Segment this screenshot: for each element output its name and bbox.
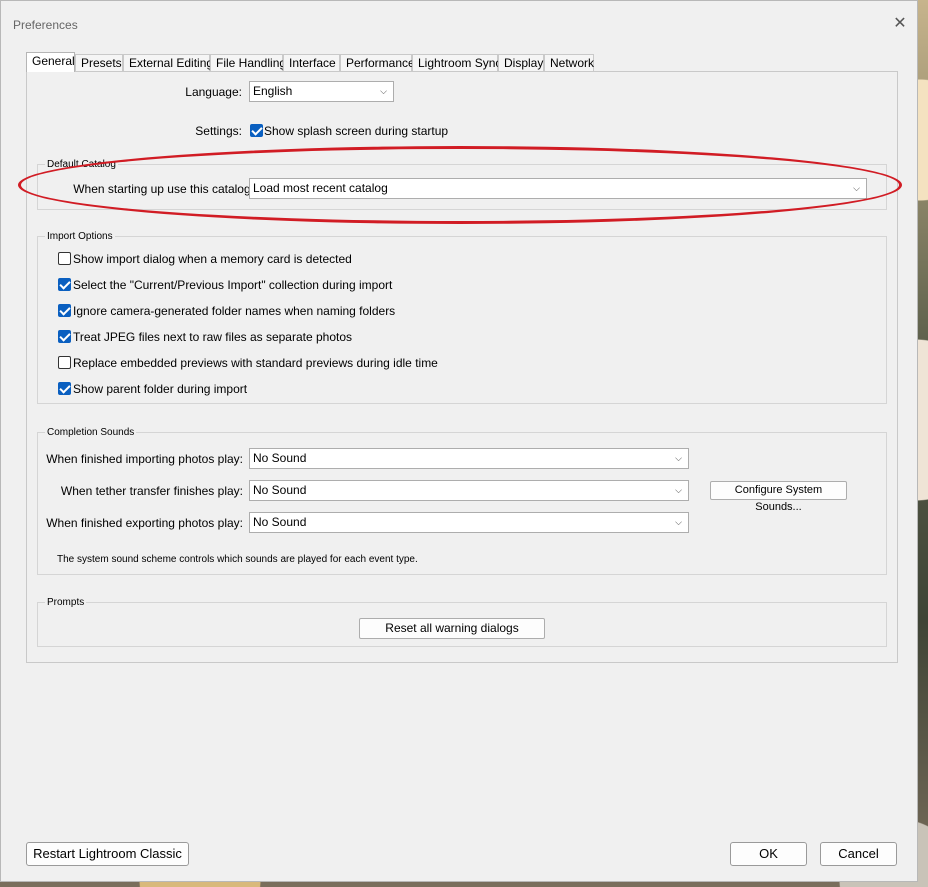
catalog-value: Load most recent catalog	[253, 181, 388, 195]
tab-network[interactable]: Network	[544, 54, 594, 71]
memory-card-label: Show import dialog when a memory card is…	[73, 252, 352, 266]
tab-presets[interactable]: Presets	[75, 54, 123, 71]
cancel-button[interactable]: Cancel	[820, 842, 897, 866]
exporting-sound-label: When finished exporting photos play:	[46, 516, 243, 530]
general-panel: Language: English ⌵ Settings: Show splas…	[26, 71, 898, 663]
importing-sound-value: No Sound	[253, 451, 307, 465]
tether-sound-value: No Sound	[253, 483, 307, 497]
title-bar: Preferences ✕	[1, 1, 917, 45]
splash-screen-checkbox[interactable]	[250, 124, 263, 137]
importing-sound-select[interactable]: No Sound ⌵	[249, 448, 689, 469]
restart-lightroom-button[interactable]: Restart Lightroom Classic	[26, 842, 189, 866]
current-import-label: Select the "Current/Previous Import" col…	[73, 278, 393, 292]
splash-screen-label: Show splash screen during startup	[264, 124, 449, 138]
replace-previews-checkbox[interactable]	[58, 356, 71, 369]
tether-sound-select[interactable]: No Sound ⌵	[249, 480, 689, 501]
ignore-folder-names-label: Ignore camera-generated folder names whe…	[73, 304, 396, 318]
catalog-select[interactable]: Load most recent catalog ⌵	[249, 178, 867, 199]
language-select[interactable]: English ⌵	[249, 81, 394, 102]
import-options-group: Import Options Show import dialog when a…	[37, 231, 887, 404]
importing-sound-label: When finished importing photos play:	[46, 452, 243, 466]
language-label: Language:	[185, 85, 242, 99]
import-options-title: Import Options	[45, 231, 115, 242]
tab-external-editing[interactable]: External Editing	[123, 54, 213, 71]
reset-warning-dialogs-button[interactable]: Reset all warning dialogs	[359, 618, 545, 639]
chevron-down-icon: ⌵	[853, 183, 860, 193]
default-catalog-group: Default Catalog When starting up use thi…	[37, 159, 887, 210]
parent-folder-checkbox[interactable]	[58, 382, 71, 395]
configure-system-sounds-button[interactable]: Configure System Sounds...	[710, 481, 847, 513]
language-value: English	[253, 84, 293, 98]
jpeg-separate-checkbox[interactable]	[58, 330, 71, 343]
exporting-sound-value: No Sound	[253, 515, 307, 529]
tab-performance[interactable]: Performance	[340, 54, 415, 71]
parent-folder-label: Show parent folder during import	[73, 382, 248, 396]
window-title: Preferences	[13, 18, 78, 32]
tab-interface[interactable]: Interface	[283, 54, 340, 71]
completion-sounds-group: Completion Sounds When finished importin…	[37, 427, 887, 575]
prompts-group: Prompts Reset all warning dialogs	[37, 597, 887, 647]
close-icon[interactable]: ✕	[889, 13, 911, 35]
catalog-label: When starting up use this catalog:	[73, 182, 254, 196]
prompts-title: Prompts	[45, 597, 87, 608]
ok-button[interactable]: OK	[730, 842, 807, 866]
chevron-down-icon: ⌵	[675, 485, 682, 495]
completion-sounds-title: Completion Sounds	[45, 427, 137, 438]
replace-previews-label: Replace embedded previews with standard …	[73, 356, 438, 370]
preferences-dialog: Preferences ✕ General Presets External E…	[0, 0, 918, 882]
ignore-folder-names-checkbox[interactable]	[58, 304, 71, 317]
exporting-sound-select[interactable]: No Sound ⌵	[249, 512, 689, 533]
jpeg-separate-label: Treat JPEG files next to raw files as se…	[73, 330, 353, 344]
tab-display[interactable]: Display	[498, 54, 544, 71]
settings-label: Settings:	[195, 124, 242, 138]
tab-file-handling[interactable]: File Handling	[210, 54, 286, 71]
chevron-down-icon: ⌵	[380, 86, 387, 96]
tab-lightroom-sync[interactable]: Lightroom Sync	[412, 54, 501, 71]
tab-general[interactable]: General	[26, 52, 75, 72]
default-catalog-title: Default Catalog	[45, 159, 118, 170]
chevron-down-icon: ⌵	[675, 517, 682, 527]
memory-card-checkbox[interactable]	[58, 252, 71, 265]
chevron-down-icon: ⌵	[675, 453, 682, 463]
current-import-checkbox[interactable]	[58, 278, 71, 291]
sound-scheme-note: The system sound scheme controls which s…	[57, 554, 418, 565]
tether-sound-label: When tether transfer finishes play:	[60, 484, 243, 498]
